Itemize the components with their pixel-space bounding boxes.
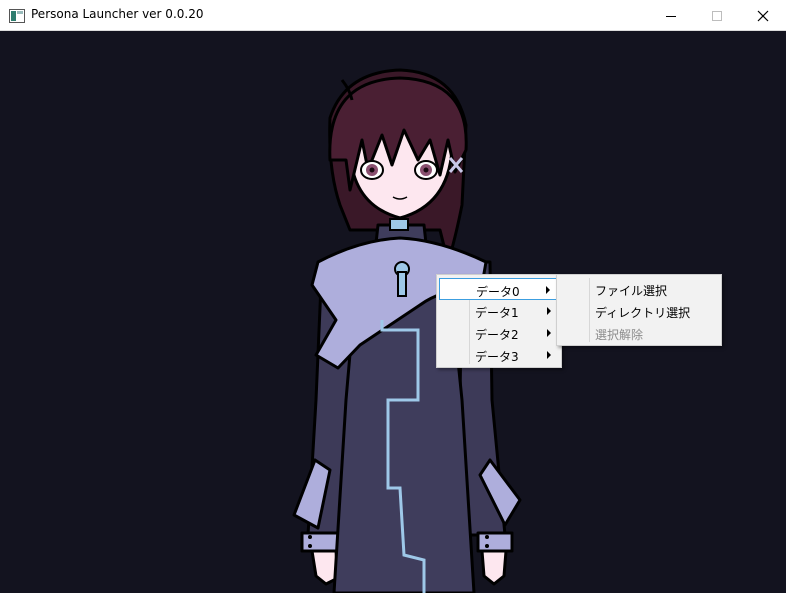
maximize-icon — [712, 11, 722, 21]
menu-item-label: データ1 — [475, 306, 519, 320]
window-title: Persona Launcher ver 0.0.20 — [31, 7, 204, 21]
context-menu: データ0 データ1 データ2 データ3 — [436, 274, 562, 368]
menu-item-data0[interactable]: データ0 — [439, 278, 559, 300]
menu-item-data3[interactable]: データ3 — [439, 344, 559, 366]
menu-item-label: ディレクトリ選択 — [595, 306, 691, 320]
submenu: ファイル選択 ディレクトリ選択 選択解除 — [556, 274, 722, 346]
menu-item-clear-selection: 選択解除 — [559, 322, 719, 344]
minimize-button[interactable] — [648, 0, 694, 31]
submenu-arrow-icon — [547, 329, 551, 337]
minimize-icon — [666, 16, 676, 17]
submenu-arrow-icon — [547, 307, 551, 315]
submenu-arrow-icon — [547, 351, 551, 359]
app-icon — [9, 8, 25, 23]
maximize-button[interactable] — [694, 0, 740, 31]
menu-item-label: データ0 — [476, 285, 520, 299]
menu-item-data2[interactable]: データ2 — [439, 322, 559, 344]
menu-item-label: ファイル選択 — [595, 284, 668, 298]
menu-item-file-select[interactable]: ファイル選択 — [559, 278, 719, 300]
menu-item-label: データ3 — [475, 350, 519, 364]
menu-item-label: 選択解除 — [595, 328, 644, 342]
submenu-arrow-icon — [546, 286, 550, 294]
menu-item-data1[interactable]: データ1 — [439, 300, 559, 322]
close-button[interactable] — [740, 0, 786, 31]
title-bar[interactable]: Persona Launcher ver 0.0.20 — [0, 0, 786, 31]
close-icon — [757, 10, 769, 22]
menu-item-label: データ2 — [475, 328, 519, 342]
menu-item-directory-select[interactable]: ディレクトリ選択 — [559, 300, 719, 322]
